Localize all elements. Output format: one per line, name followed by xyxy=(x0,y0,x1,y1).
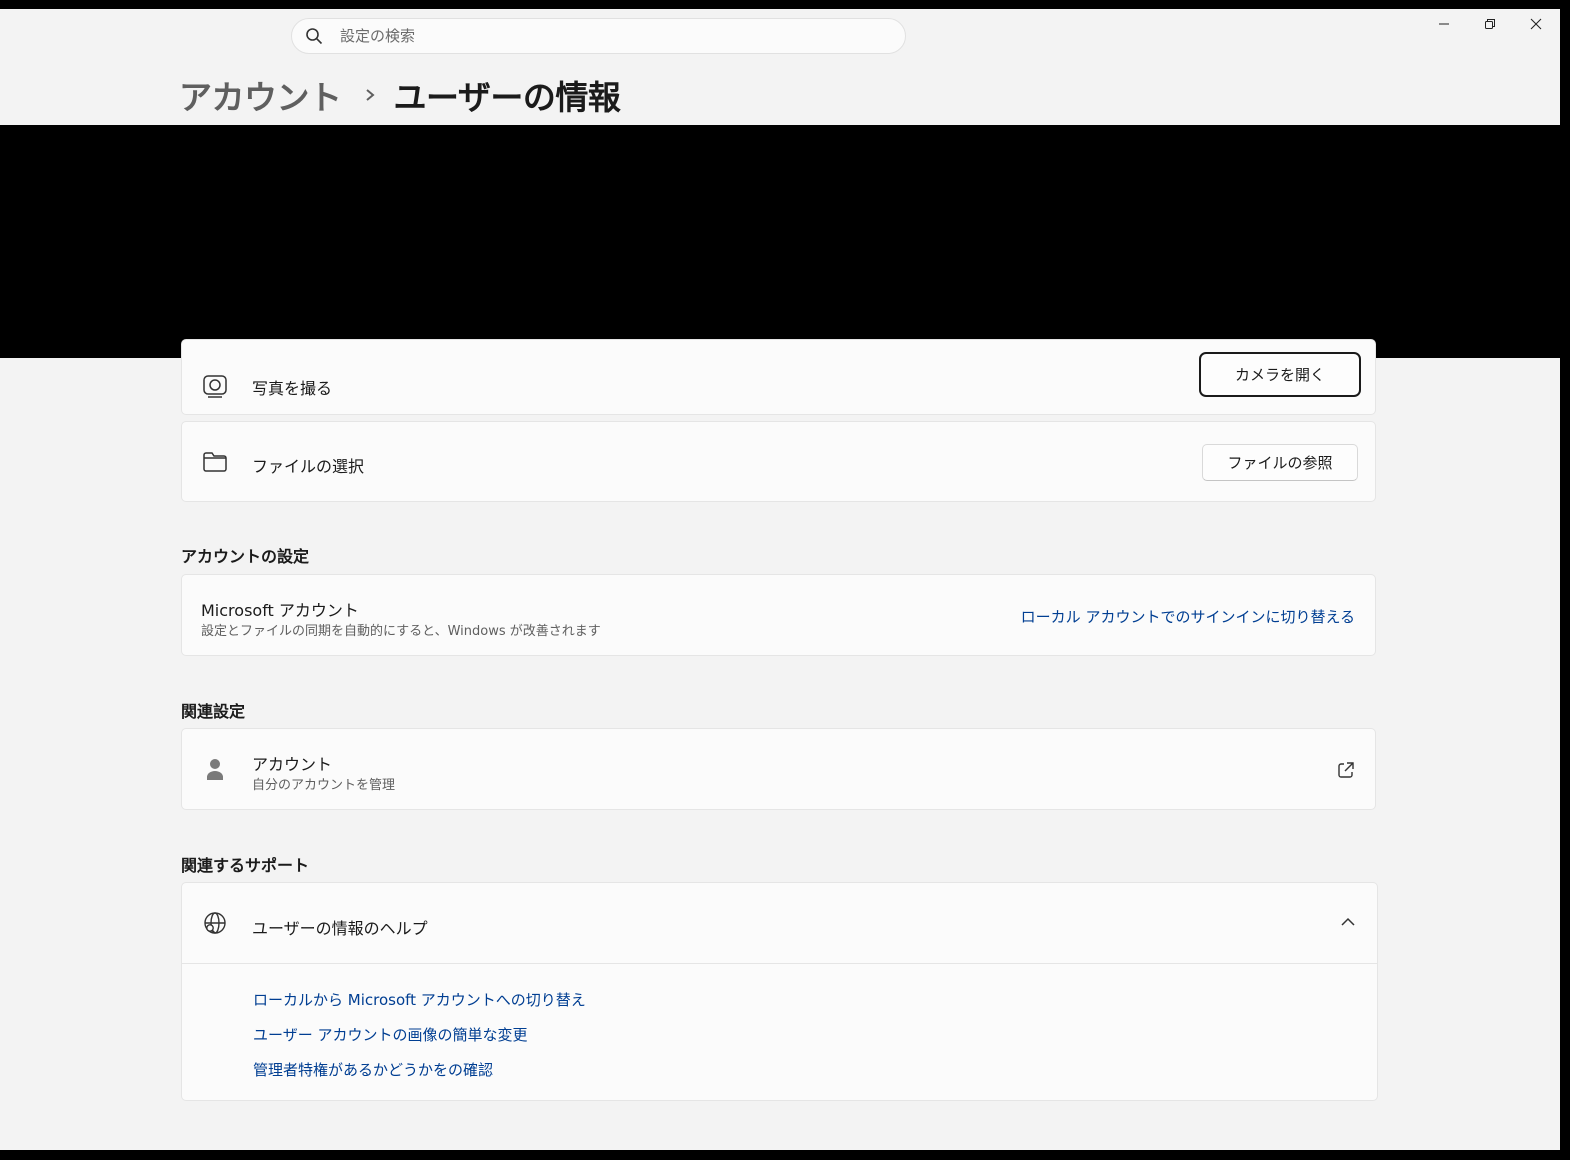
settings-window: アカウント ユーザーの情報 写真を撮る カメラを開く ファイルの選択 ファイルの… xyxy=(0,9,1560,1150)
help-divider xyxy=(182,963,1377,964)
globe-search-icon xyxy=(204,912,226,934)
breadcrumb-parent[interactable]: アカウント xyxy=(179,71,342,119)
open-camera-button[interactable]: カメラを開く xyxy=(1199,352,1361,397)
microsoft-account-title: Microsoft アカウント xyxy=(201,601,359,620)
chevron-up-icon[interactable] xyxy=(1341,917,1355,927)
switch-to-local-account-link[interactable]: ローカル アカウントでのサインインに切り替える xyxy=(1021,606,1355,627)
microsoft-account-card: Microsoft アカウント 設定とファイルの同期を自動的にすると、Windo… xyxy=(181,574,1376,656)
microsoft-account-subtitle: 設定とファイルの同期を自動的にすると、Windows が改善されます xyxy=(201,624,601,639)
help-expander-header[interactable]: ユーザーの情報のヘルプ xyxy=(182,883,1377,963)
open-external-icon xyxy=(1338,762,1354,778)
account-settings-heading: アカウントの設定 xyxy=(181,547,310,566)
redacted-region xyxy=(0,125,1560,358)
page-title: ユーザーの情報 xyxy=(393,78,621,117)
help-link[interactable]: ユーザー アカウントの画像の簡単な変更 xyxy=(253,1024,527,1045)
breadcrumb: アカウント ユーザーの情報 xyxy=(179,71,621,119)
close-button[interactable] xyxy=(1513,9,1559,39)
person-icon xyxy=(207,759,223,780)
search-icon xyxy=(306,28,323,45)
take-photo-card: 写真を撮る カメラを開く xyxy=(181,339,1376,415)
restore-icon xyxy=(1485,19,1495,29)
folder-icon xyxy=(203,452,227,472)
camera-icon xyxy=(203,375,227,398)
search-input[interactable] xyxy=(338,26,882,46)
choose-file-label: ファイルの選択 xyxy=(252,457,365,476)
take-photo-label: 写真を撮る xyxy=(252,379,333,398)
close-icon xyxy=(1530,18,1542,30)
accounts-link-card[interactable]: アカウント 自分のアカウントを管理 xyxy=(181,728,1376,810)
related-support-heading: 関連するサポート xyxy=(181,856,310,875)
help-link[interactable]: 管理者特権があるかどうかをの確認 xyxy=(253,1059,493,1080)
accounts-title: アカウント xyxy=(252,755,333,774)
restore-button[interactable] xyxy=(1467,9,1513,39)
help-link[interactable]: ローカルから Microsoft アカウントへの切り替え xyxy=(253,989,586,1010)
accounts-subtitle: 自分のアカウントを管理 xyxy=(252,778,396,793)
minimize-button[interactable] xyxy=(1421,9,1467,39)
help-expander: ユーザーの情報のヘルプ ローカルから Microsoft アカウントへの切り替え… xyxy=(181,882,1378,1101)
related-settings-heading: 関連設定 xyxy=(181,702,246,721)
choose-file-card: ファイルの選択 ファイルの参照 xyxy=(181,421,1376,502)
search-box[interactable] xyxy=(291,18,906,54)
help-title: ユーザーの情報のヘルプ xyxy=(252,919,428,938)
browse-files-button[interactable]: ファイルの参照 xyxy=(1202,444,1358,481)
minimize-icon xyxy=(1439,23,1449,25)
chevron-right-icon xyxy=(364,87,376,103)
